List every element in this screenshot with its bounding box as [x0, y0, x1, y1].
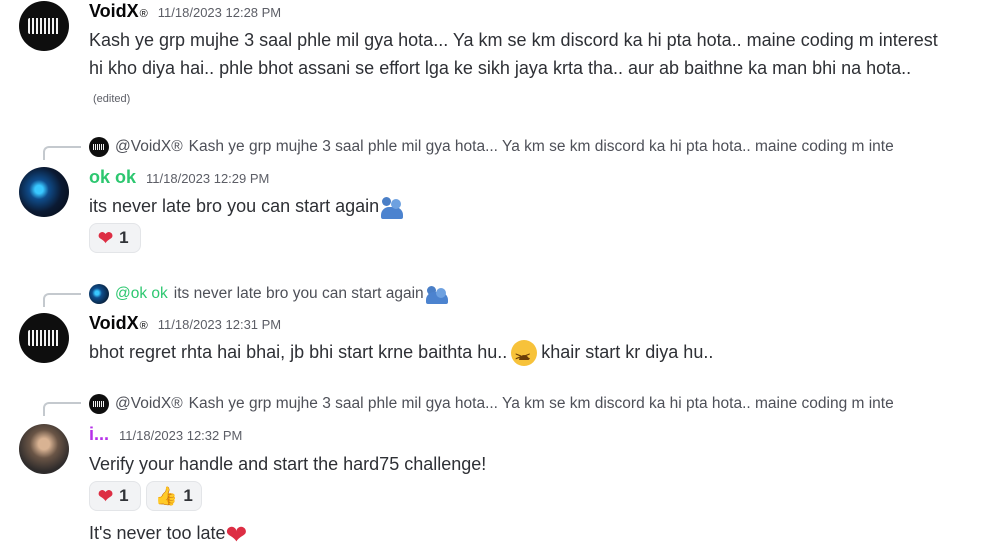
- message-text-after: khair start kr diya hu..: [541, 342, 714, 362]
- username-okok[interactable]: ok ok: [89, 167, 136, 188]
- heart-emoji: ❤: [98, 228, 114, 248]
- timestamp[interactable]: 11/18/2023 12:31 PM: [158, 317, 281, 332]
- reply-preview[interactable]: @VoidX® Kash ye grp mujhe 3 saal phle mi…: [89, 393, 929, 415]
- people-hugging-emoji: [425, 284, 448, 304]
- heart-emoji: ❤: [225, 519, 248, 550]
- reply-username[interactable]: @ok ok: [115, 285, 168, 303]
- message-content: Kash ye grp mujhe 3 saal phle mil gya ho…: [89, 26, 939, 113]
- avatar-i[interactable]: [19, 424, 69, 474]
- registered-badge: ®: [139, 320, 148, 332]
- reactions: ❤ 1: [89, 223, 141, 253]
- reply-username[interactable]: @VoidX®: [115, 138, 183, 156]
- message-text: It's never too late: [89, 523, 226, 543]
- reaction-heart[interactable]: ❤ 1: [89, 481, 141, 511]
- reaction-count: 1: [183, 486, 193, 505]
- reaction-count: 1: [119, 486, 129, 505]
- reply-avatar-okok: [89, 284, 109, 304]
- message-text-before: bhot regret rhta hai bhai, jb bhi start …: [89, 342, 508, 362]
- reply-text: Kash ye grp mujhe 3 saal phle mil gya ho…: [188, 395, 894, 412]
- message-content: It's never too late❤: [89, 519, 939, 547]
- reply-preview[interactable]: @ok ok its never late bro you can start …: [89, 283, 929, 305]
- timestamp[interactable]: 11/18/2023 12:29 PM: [146, 171, 269, 186]
- message-text: Kash ye grp mujhe 3 saal phle mil gya ho…: [89, 30, 938, 78]
- reply-spine: [43, 402, 81, 416]
- registered-badge: ®: [139, 8, 148, 20]
- timestamp[interactable]: 11/18/2023 12:28 PM: [158, 5, 281, 20]
- message-text: its never late bro you can start again: [89, 196, 380, 216]
- reply-avatar-voidx: [89, 137, 109, 157]
- username-voidx[interactable]: VoidX: [89, 1, 139, 22]
- message-text: Verify your handle and start the hard75 …: [89, 454, 487, 474]
- reply-username[interactable]: @VoidX®: [115, 395, 183, 413]
- timestamp[interactable]: 11/18/2023 12:32 PM: [119, 428, 242, 443]
- message-content: Verify your handle and start the hard75 …: [89, 450, 939, 478]
- username-i[interactable]: i...: [89, 424, 109, 445]
- reaction-thumbs-up[interactable]: 👍 1: [146, 481, 202, 511]
- reply-spine: [43, 293, 81, 307]
- edited-label: (edited): [93, 93, 131, 105]
- reply-spine: [43, 146, 81, 160]
- avatar-okok[interactable]: [19, 167, 69, 217]
- tired-face-emoji: [511, 340, 538, 371]
- reply-text: Kash ye grp mujhe 3 saal phle mil gya ho…: [188, 138, 894, 155]
- reactions: ❤ 1 👍 1: [89, 481, 202, 511]
- thumbs-up-emoji: 👍: [155, 486, 178, 506]
- reply-text: its never late bro you can start again: [173, 285, 424, 302]
- reply-preview[interactable]: @VoidX® Kash ye grp mujhe 3 saal phle mi…: [89, 136, 929, 158]
- reaction-heart[interactable]: ❤ 1: [89, 223, 141, 253]
- username-voidx[interactable]: VoidX: [89, 313, 139, 334]
- reaction-count: 1: [119, 228, 129, 247]
- heart-emoji: ❤: [98, 486, 114, 506]
- message-content: bhot regret rhta hai bhai, jb bhi start …: [89, 338, 939, 371]
- avatar-voidx[interactable]: [19, 313, 69, 363]
- people-hugging-emoji: [380, 195, 404, 220]
- avatar-voidx[interactable]: [19, 1, 69, 51]
- reply-avatar-voidx: [89, 394, 109, 414]
- message-content: its never late bro you can start again: [89, 192, 939, 220]
